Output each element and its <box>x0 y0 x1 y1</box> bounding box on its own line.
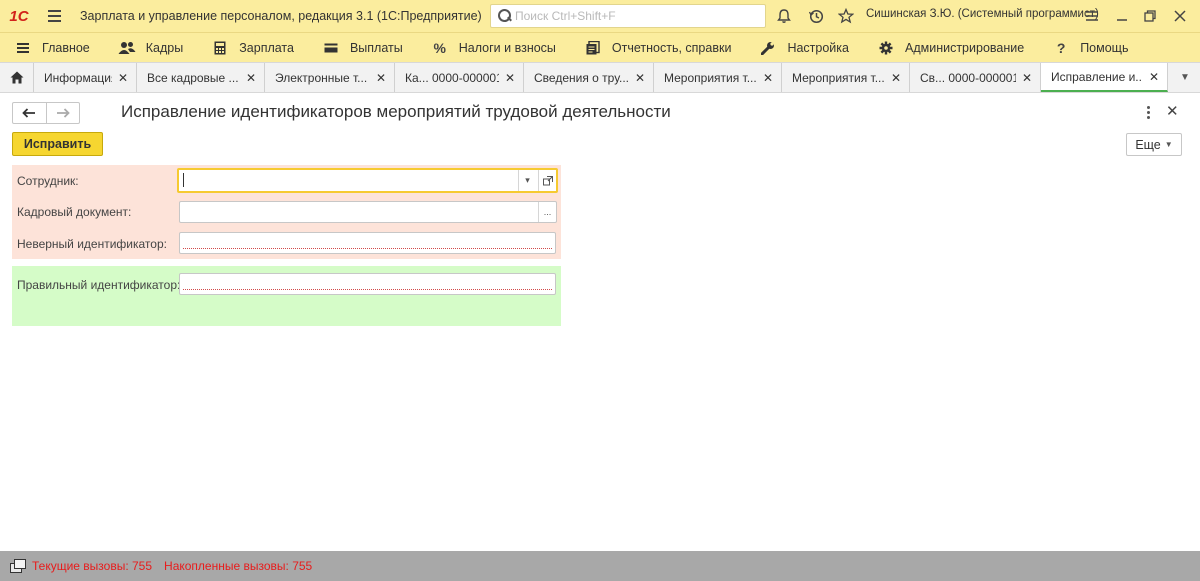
calculator-icon <box>211 40 229 56</box>
wrong-id-label: Неверный идентификатор: <box>17 237 167 251</box>
app-logo: 1С <box>9 7 29 25</box>
tabs-list-dropdown-icon[interactable]: ▼ <box>1170 63 1200 92</box>
main-menu-icon[interactable] <box>42 0 66 32</box>
wallet-icon <box>322 40 340 56</box>
current-user[interactable]: Сишинская З.Ю. (Системный программист) <box>866 8 1099 20</box>
app-title: Зарплата и управление персоналом, редакц… <box>80 9 482 23</box>
tab-information[interactable]: Информация ✕ <box>34 63 137 92</box>
star-icon[interactable] <box>836 6 856 26</box>
tab-close-icon[interactable]: ✕ <box>505 71 515 85</box>
menu-item-payments[interactable]: Выплаты <box>308 33 417 63</box>
more-actions-icon[interactable] <box>1142 104 1154 120</box>
tab-close-icon[interactable]: ✕ <box>763 71 773 85</box>
employee-label: Сотрудник: <box>17 174 79 188</box>
search-input[interactable]: Поиск Ctrl+Shift+F <box>490 4 766 28</box>
minimize-icon[interactable] <box>1112 6 1132 26</box>
sections-panel: Главное Кадры Зарплата Выплаты % Налоги … <box>0 32 1200 62</box>
menu-lines-icon <box>14 40 32 56</box>
windows-icon[interactable] <box>10 559 26 573</box>
tab-close-icon[interactable]: ✕ <box>1022 71 1032 85</box>
close-form-icon[interactable]: ✕ <box>1166 102 1179 120</box>
dropdown-arrow-icon[interactable]: ▾ <box>518 170 536 191</box>
help-icon: ? <box>1056 39 1066 56</box>
required-underline <box>183 248 552 249</box>
correct-id-label: Правильный идентификатор: <box>17 278 181 292</box>
forward-arrow-icon[interactable] <box>45 103 79 123</box>
gear-icon <box>877 40 895 56</box>
menu-item-administration[interactable]: Администрирование <box>863 33 1038 63</box>
tab-close-icon[interactable]: ✕ <box>118 71 128 85</box>
tab-all-hr-documents[interactable]: Все кадровые ... ✕ <box>137 63 265 92</box>
percent-icon: % <box>433 39 446 56</box>
page-title: Исправление идентификаторов мероприятий … <box>121 102 671 121</box>
open-icon[interactable] <box>538 170 556 191</box>
home-icon <box>10 71 23 84</box>
menu-item-help[interactable]: ? Помощь <box>1038 33 1142 63</box>
tab-labor-activity-info[interactable]: Сведения о тру... ✕ <box>524 63 654 92</box>
menu-item-settings[interactable]: Настройка <box>745 33 863 63</box>
history-icon[interactable] <box>806 6 826 26</box>
employee-field[interactable]: ▾ <box>177 168 558 193</box>
tab-fix-identifiers[interactable]: Исправление и... ✕ <box>1041 63 1168 92</box>
open-windows-tabs: Информация ✕ Все кадровые ... ✕ Электронны… <box>0 62 1200 93</box>
report-icon <box>584 40 602 56</box>
tab-close-icon[interactable]: ✕ <box>1149 70 1159 84</box>
menu-item-salary[interactable]: Зарплата <box>197 33 308 63</box>
wrong-id-field[interactable] <box>179 232 556 254</box>
search-icon <box>495 7 513 25</box>
tab-info-document[interactable]: Св... 0000-000001 ✕ <box>910 63 1041 92</box>
tab-close-icon[interactable]: ✕ <box>635 71 645 85</box>
settings-menu-icon[interactable] <box>1082 6 1102 26</box>
required-underline <box>183 289 552 290</box>
restore-icon[interactable] <box>1140 6 1160 26</box>
menu-item-reports[interactable]: Отчетность, справки <box>570 33 746 63</box>
hr-document-label: Кадровый документ: <box>17 205 132 219</box>
wrench-icon <box>759 40 777 56</box>
correct-id-field[interactable] <box>179 273 556 295</box>
tab-labor-activities-1[interactable]: Мероприятия т... ✕ <box>654 63 782 92</box>
tab-labor-activities-2[interactable]: Мероприятия т... ✕ <box>782 63 910 92</box>
menu-item-hr[interactable]: Кадры <box>104 33 197 63</box>
chevron-down-icon: ▼ <box>1164 140 1173 149</box>
navigation-buttons <box>12 102 80 124</box>
menu-item-main[interactable]: Главное <box>0 33 104 63</box>
tab-close-icon[interactable]: ✕ <box>376 71 386 85</box>
home-tab[interactable] <box>0 63 34 92</box>
back-arrow-icon[interactable] <box>13 103 46 123</box>
tab-close-icon[interactable]: ✕ <box>891 71 901 85</box>
tab-hr-document[interactable]: Ка... 0000-000001 ✕ <box>395 63 524 92</box>
select-button[interactable]: ... <box>538 202 556 222</box>
current-calls: Текущие вызовы: 755 <box>32 559 153 573</box>
bell-icon[interactable] <box>774 6 794 26</box>
menu-item-taxes[interactable]: % Налоги и взносы <box>417 33 570 63</box>
hr-document-field[interactable]: ... <box>179 201 557 223</box>
accumulated-calls: Накопленные вызовы: 755 <box>164 559 313 573</box>
search-placeholder: Поиск Ctrl+Shift+F <box>515 9 616 23</box>
title-bar: 1С Зарплата и управление персоналом, ред… <box>0 0 1200 32</box>
people-icon <box>118 40 136 56</box>
text-cursor <box>183 173 184 187</box>
tab-electronic-workbooks[interactable]: Электронные т... ✕ <box>265 63 395 92</box>
close-window-icon[interactable] <box>1170 6 1190 26</box>
more-button[interactable]: Еще ▼ <box>1126 133 1182 156</box>
tab-close-icon[interactable]: ✕ <box>246 71 256 85</box>
fix-button[interactable]: Исправить <box>12 132 103 156</box>
status-bar: Текущие вызовы: 755 Накопленные вызовы: … <box>0 551 1200 581</box>
